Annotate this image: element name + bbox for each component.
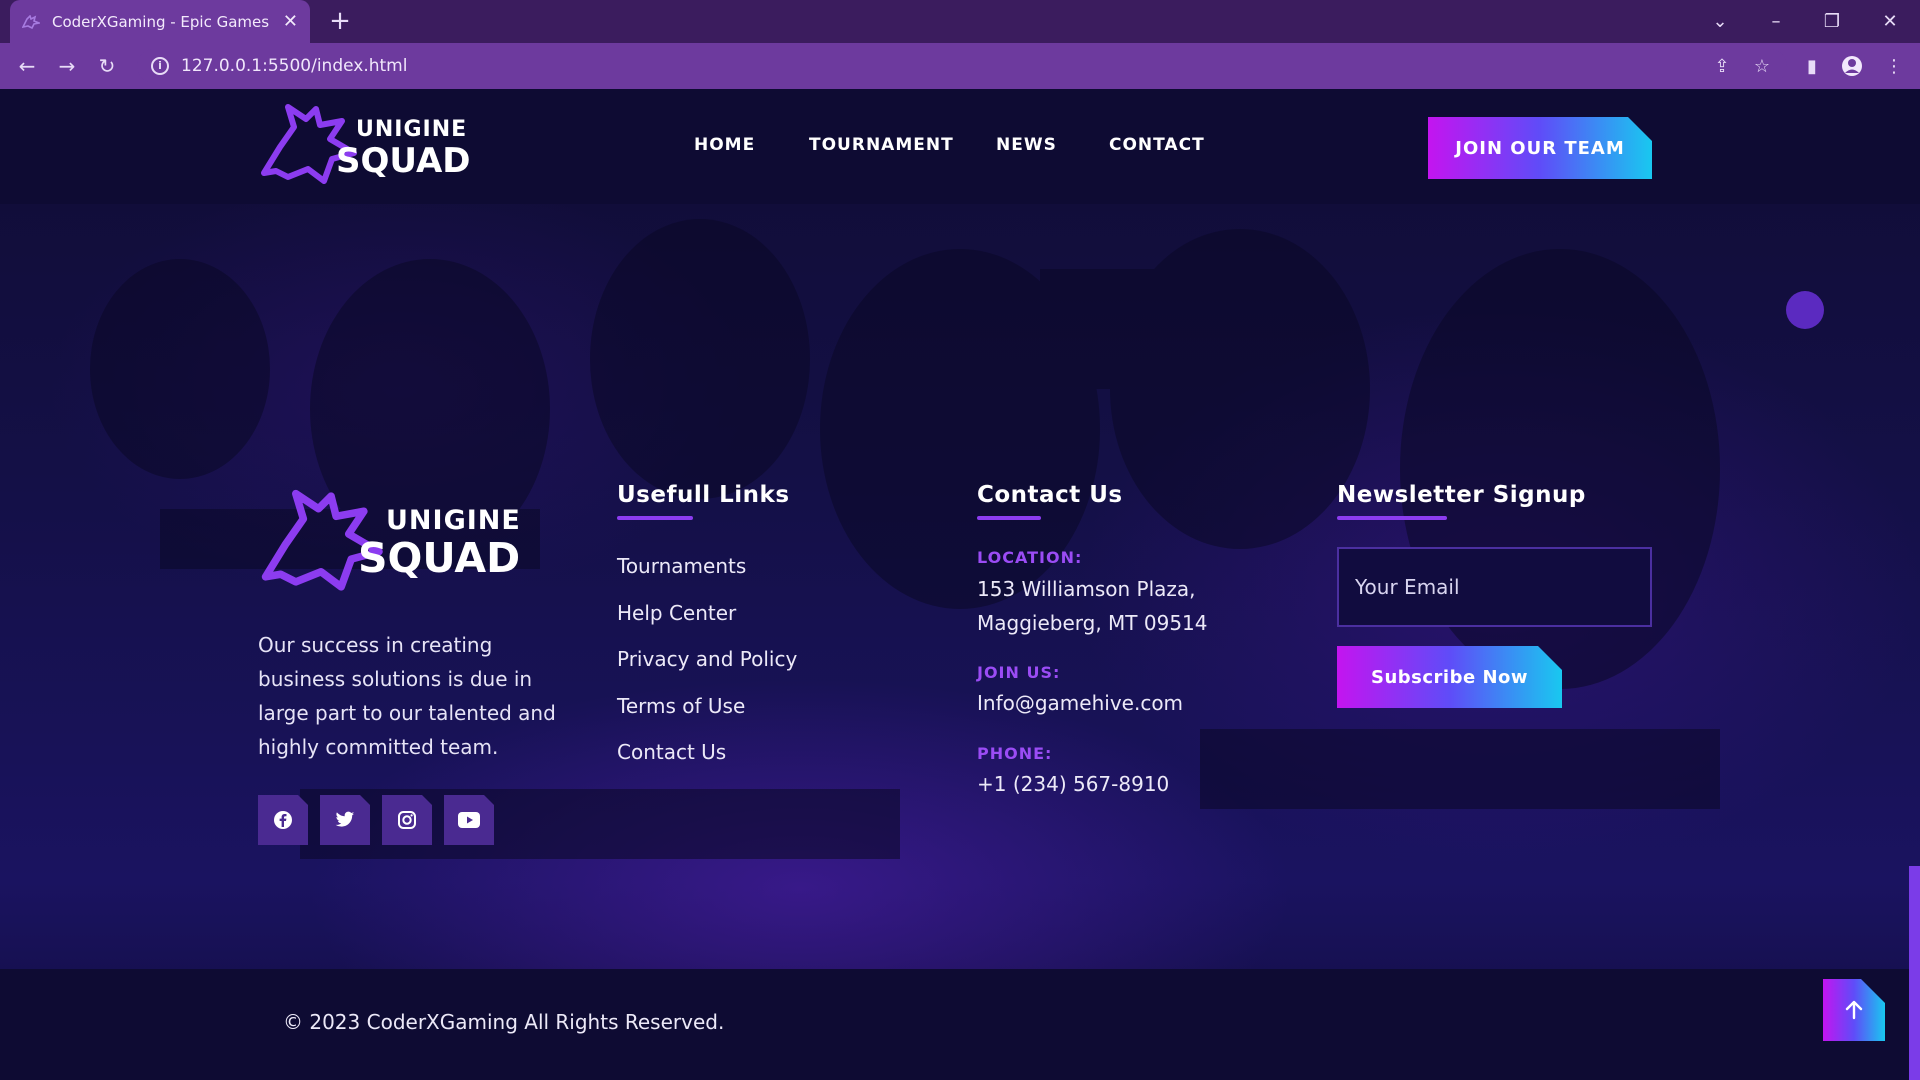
new-tab-icon[interactable]: + bbox=[325, 6, 355, 36]
forward-icon[interactable]: → bbox=[53, 52, 81, 80]
page-scrollbar-thumb[interactable] bbox=[1909, 866, 1920, 1080]
decorative-dot bbox=[1786, 291, 1824, 329]
tab-title: CoderXGaming - Epic Games Ma bbox=[52, 12, 272, 31]
title-underline bbox=[977, 516, 1041, 520]
footer-logo[interactable]: UNIGINE SQUAD bbox=[258, 486, 520, 592]
twitter-icon bbox=[335, 811, 355, 829]
youtube-icon bbox=[458, 812, 480, 828]
page-viewport: UNIGINE SQUAD HOME TOURNAMENT NEWS CONTA… bbox=[0, 89, 1920, 1080]
link-help-center[interactable]: Help Center bbox=[617, 601, 736, 625]
url-text: 127.0.0.1:5500/index.html bbox=[181, 56, 408, 76]
site-info-icon[interactable]: i bbox=[151, 57, 169, 75]
browser-tab[interactable]: CoderXGaming - Epic Games Ma ✕ bbox=[10, 0, 310, 43]
title-underline bbox=[1337, 516, 1447, 520]
instagram-button[interactable] bbox=[382, 795, 432, 845]
link-tournaments[interactable]: Tournaments bbox=[617, 554, 746, 578]
location-line-2: Maggieberg, MT 09514 bbox=[977, 611, 1208, 635]
back-icon[interactable]: ← bbox=[13, 52, 41, 80]
subscribe-button[interactable]: Subscribe Now bbox=[1337, 646, 1562, 708]
menu-kebab-icon[interactable]: ⋮ bbox=[1880, 52, 1908, 80]
close-tab-icon[interactable]: ✕ bbox=[283, 11, 298, 32]
facebook-icon bbox=[273, 810, 293, 830]
nav-home[interactable]: HOME bbox=[694, 135, 755, 155]
title-underline bbox=[617, 516, 693, 520]
nav-tournament[interactable]: TOURNAMENT bbox=[809, 135, 954, 155]
favicon-icon bbox=[22, 13, 40, 31]
link-contact-us[interactable]: Contact Us bbox=[617, 740, 726, 764]
nav-contact[interactable]: CONTACT bbox=[1109, 135, 1205, 155]
header-logo[interactable]: UNIGINE SQUAD bbox=[258, 101, 471, 185]
minimize-icon[interactable]: – bbox=[1748, 0, 1804, 43]
reload-icon[interactable]: ↻ bbox=[93, 52, 121, 80]
location-label: LOCATION: bbox=[977, 548, 1083, 567]
phone-label: PHONE: bbox=[977, 744, 1053, 763]
nav-news[interactable]: NEWS bbox=[996, 135, 1057, 155]
browser-tabstrip: CoderXGaming - Epic Games Ma ✕ + ⌄ – ❐ ✕ bbox=[0, 0, 1920, 43]
browser-toolbar: ← → ↻ i 127.0.0.1:5500/index.html ⇪ ☆ ▮ … bbox=[0, 43, 1920, 89]
link-terms-of-use[interactable]: Terms of Use bbox=[617, 694, 745, 718]
address-bar[interactable]: i 127.0.0.1:5500/index.html bbox=[137, 49, 1787, 83]
join-us-email[interactable]: Info@gamehive.com bbox=[977, 686, 1183, 720]
link-privacy-policy[interactable]: Privacy and Policy bbox=[617, 647, 797, 671]
newsletter-title: Newsletter Signup bbox=[1337, 482, 1586, 508]
useful-links-title: Usefull Links bbox=[617, 482, 790, 508]
youtube-button[interactable] bbox=[444, 795, 494, 845]
brand-word-2: SQUAD bbox=[358, 534, 521, 582]
facebook-button[interactable] bbox=[258, 795, 308, 845]
location-line-1: 153 Williamson Plaza, bbox=[977, 577, 1196, 601]
bookmark-star-icon[interactable]: ☆ bbox=[1748, 52, 1776, 80]
tab-search-chevron-icon[interactable]: ⌄ bbox=[1692, 0, 1748, 43]
arrow-up-icon bbox=[1843, 999, 1865, 1021]
footer-about-text: Our success in creating business solutio… bbox=[258, 633, 556, 759]
phone-number[interactable]: +1 (234) 567-8910 bbox=[977, 767, 1169, 801]
side-panel-icon[interactable]: ▮ bbox=[1798, 52, 1826, 80]
join-team-button[interactable]: JOIN OUR TEAM bbox=[1428, 117, 1652, 179]
site-header: UNIGINE SQUAD HOME TOURNAMENT NEWS CONTA… bbox=[0, 89, 1920, 204]
instagram-icon bbox=[397, 810, 417, 830]
brand-word-1: UNIGINE bbox=[356, 117, 468, 142]
newsletter-email-input[interactable] bbox=[1337, 547, 1652, 627]
close-window-icon[interactable]: ✕ bbox=[1862, 0, 1918, 43]
profile-icon[interactable] bbox=[1838, 52, 1866, 80]
contact-us-title: Contact Us bbox=[977, 482, 1123, 508]
restore-icon[interactable]: ❐ bbox=[1804, 0, 1860, 43]
join-us-label: JOIN US: bbox=[977, 663, 1061, 682]
share-icon[interactable]: ⇪ bbox=[1708, 52, 1736, 80]
brand-word-2: SQUAD bbox=[336, 141, 471, 181]
twitter-button[interactable] bbox=[320, 795, 370, 845]
copyright-text: © 2023 CoderXGaming All Rights Reserved. bbox=[283, 1010, 725, 1034]
brand-word-1: UNIGINE bbox=[386, 505, 521, 536]
